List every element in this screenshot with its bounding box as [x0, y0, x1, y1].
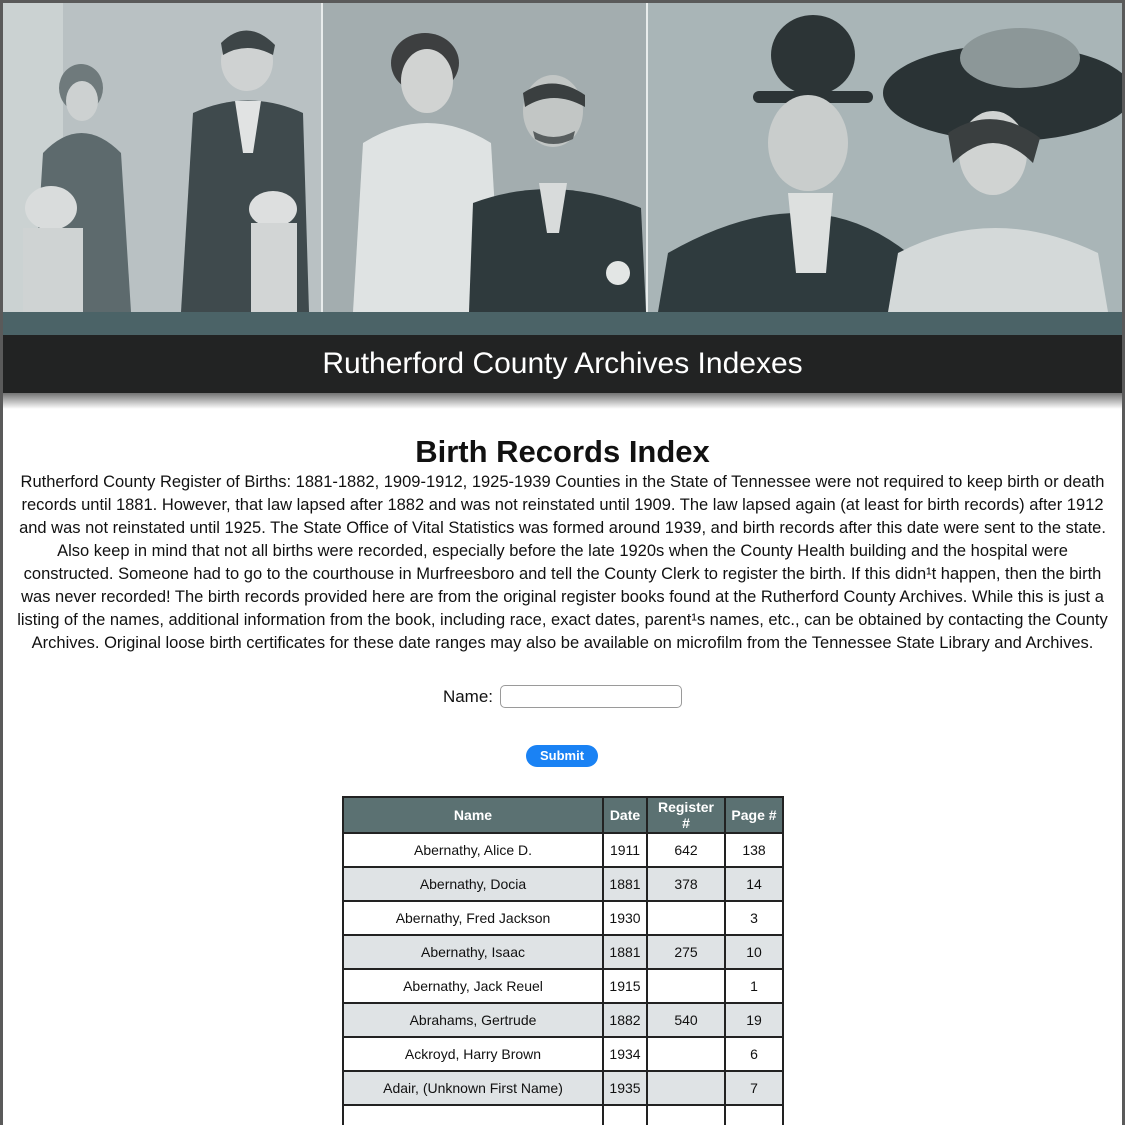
cell-name: Ackroyd, Harry Brown: [342, 1036, 604, 1072]
table-header-row: Name Date Register # Page #: [342, 796, 784, 834]
cell-name: Abernathy, Jack Reuel: [342, 968, 604, 1004]
column-header-register[interactable]: Register #: [646, 796, 726, 834]
name-label: Name:: [442, 686, 494, 706]
cell-name: Abrahams, Gertrude: [342, 1002, 604, 1038]
cell-date: 1935: [602, 1070, 648, 1106]
table-row: Abernathy, Fred Jackson 1930 3: [342, 900, 784, 936]
table-row: Abernathy, Docia 1881 378 14: [342, 866, 784, 902]
cell-date: 1881: [602, 934, 648, 970]
cell-register: 275: [646, 934, 726, 970]
site-title: Rutherford County Archives Indexes: [322, 347, 803, 380]
birth-records-table: Name Date Register # Page # Abernathy, A…: [342, 796, 784, 1125]
submit-button[interactable]: Submit: [526, 745, 598, 767]
cell-page: 7: [724, 1070, 784, 1106]
cell-date: 1911: [602, 832, 648, 868]
cell-register: [646, 1036, 726, 1072]
table-row: Adair, (Unknown First Name) 1935 7: [342, 1070, 784, 1106]
table-row: Abernathy, Jack Reuel 1915 1: [342, 968, 784, 1004]
cell-date: 1882: [602, 1002, 648, 1038]
header-banner-photo-collage: [3, 3, 1122, 312]
cell-page: 138: [724, 832, 784, 868]
intro-paragraph: Rutherford County Register of Births: 18…: [17, 473, 1108, 652]
cell-register: 378: [646, 866, 726, 902]
cell-register: 642: [646, 832, 726, 868]
banner-photo-left: [3, 3, 321, 312]
cell-page: 6: [724, 1036, 784, 1072]
cell-register: [646, 900, 726, 936]
vintage-couple-photo-2: [323, 3, 646, 312]
cell-page: 3: [724, 900, 784, 936]
cell-register: [646, 1104, 726, 1125]
table-row: Ackroyd, Harry Brown 1934 6: [342, 1036, 784, 1072]
cell-date: [602, 1104, 648, 1125]
cell-register: [646, 968, 726, 1004]
cell-name: Adair, (Unknown First Name): [342, 1070, 604, 1106]
table-row: Abernathy, Alice D. 1911 642 138: [342, 832, 784, 868]
table-row: Abernathy, Isaac 1881 275 10: [342, 934, 784, 970]
cell-name: Abernathy, Docia: [342, 866, 604, 902]
cell-name: Abernathy, Alice D.: [342, 832, 604, 868]
search-form: Name:: [3, 685, 1122, 708]
table-row: [342, 1104, 784, 1125]
vintage-couple-photo-3: [648, 3, 1122, 312]
page-title: Birth Records Index: [415, 434, 710, 469]
name-input[interactable]: [500, 685, 683, 708]
cell-register: 540: [646, 1002, 726, 1038]
site-title-bar: Rutherford County Archives Indexes: [3, 335, 1122, 393]
column-header-page[interactable]: Page #: [724, 796, 784, 834]
cell-page: 10: [724, 934, 784, 970]
cell-page: 14: [724, 866, 784, 902]
header-shadow: [3, 393, 1122, 409]
vintage-couple-photo-1: [3, 3, 321, 312]
cell-date: 1881: [602, 866, 648, 902]
cell-name: Abernathy, Fred Jackson: [342, 900, 604, 936]
cell-name: Abernathy, Isaac: [342, 934, 604, 970]
cell-register: [646, 1070, 726, 1106]
column-header-name[interactable]: Name: [342, 796, 604, 834]
main-content: Birth Records Index Rutherford County Re…: [3, 433, 1122, 1125]
table-row: Abrahams, Gertrude 1882 540 19: [342, 1002, 784, 1038]
column-header-date[interactable]: Date: [602, 796, 648, 834]
cell-page: [724, 1104, 784, 1125]
cell-page: 1: [724, 968, 784, 1004]
cell-name: [342, 1104, 604, 1125]
cell-page: 19: [724, 1002, 784, 1038]
cell-date: 1915: [602, 968, 648, 1004]
cell-date: 1934: [602, 1036, 648, 1072]
header-accent-strip: [3, 312, 1122, 335]
banner-photo-middle: [323, 3, 646, 312]
page-frame: Rutherford County Archives Indexes Birth…: [3, 3, 1122, 1125]
banner-photo-right: [648, 3, 1122, 312]
cell-date: 1930: [602, 900, 648, 936]
